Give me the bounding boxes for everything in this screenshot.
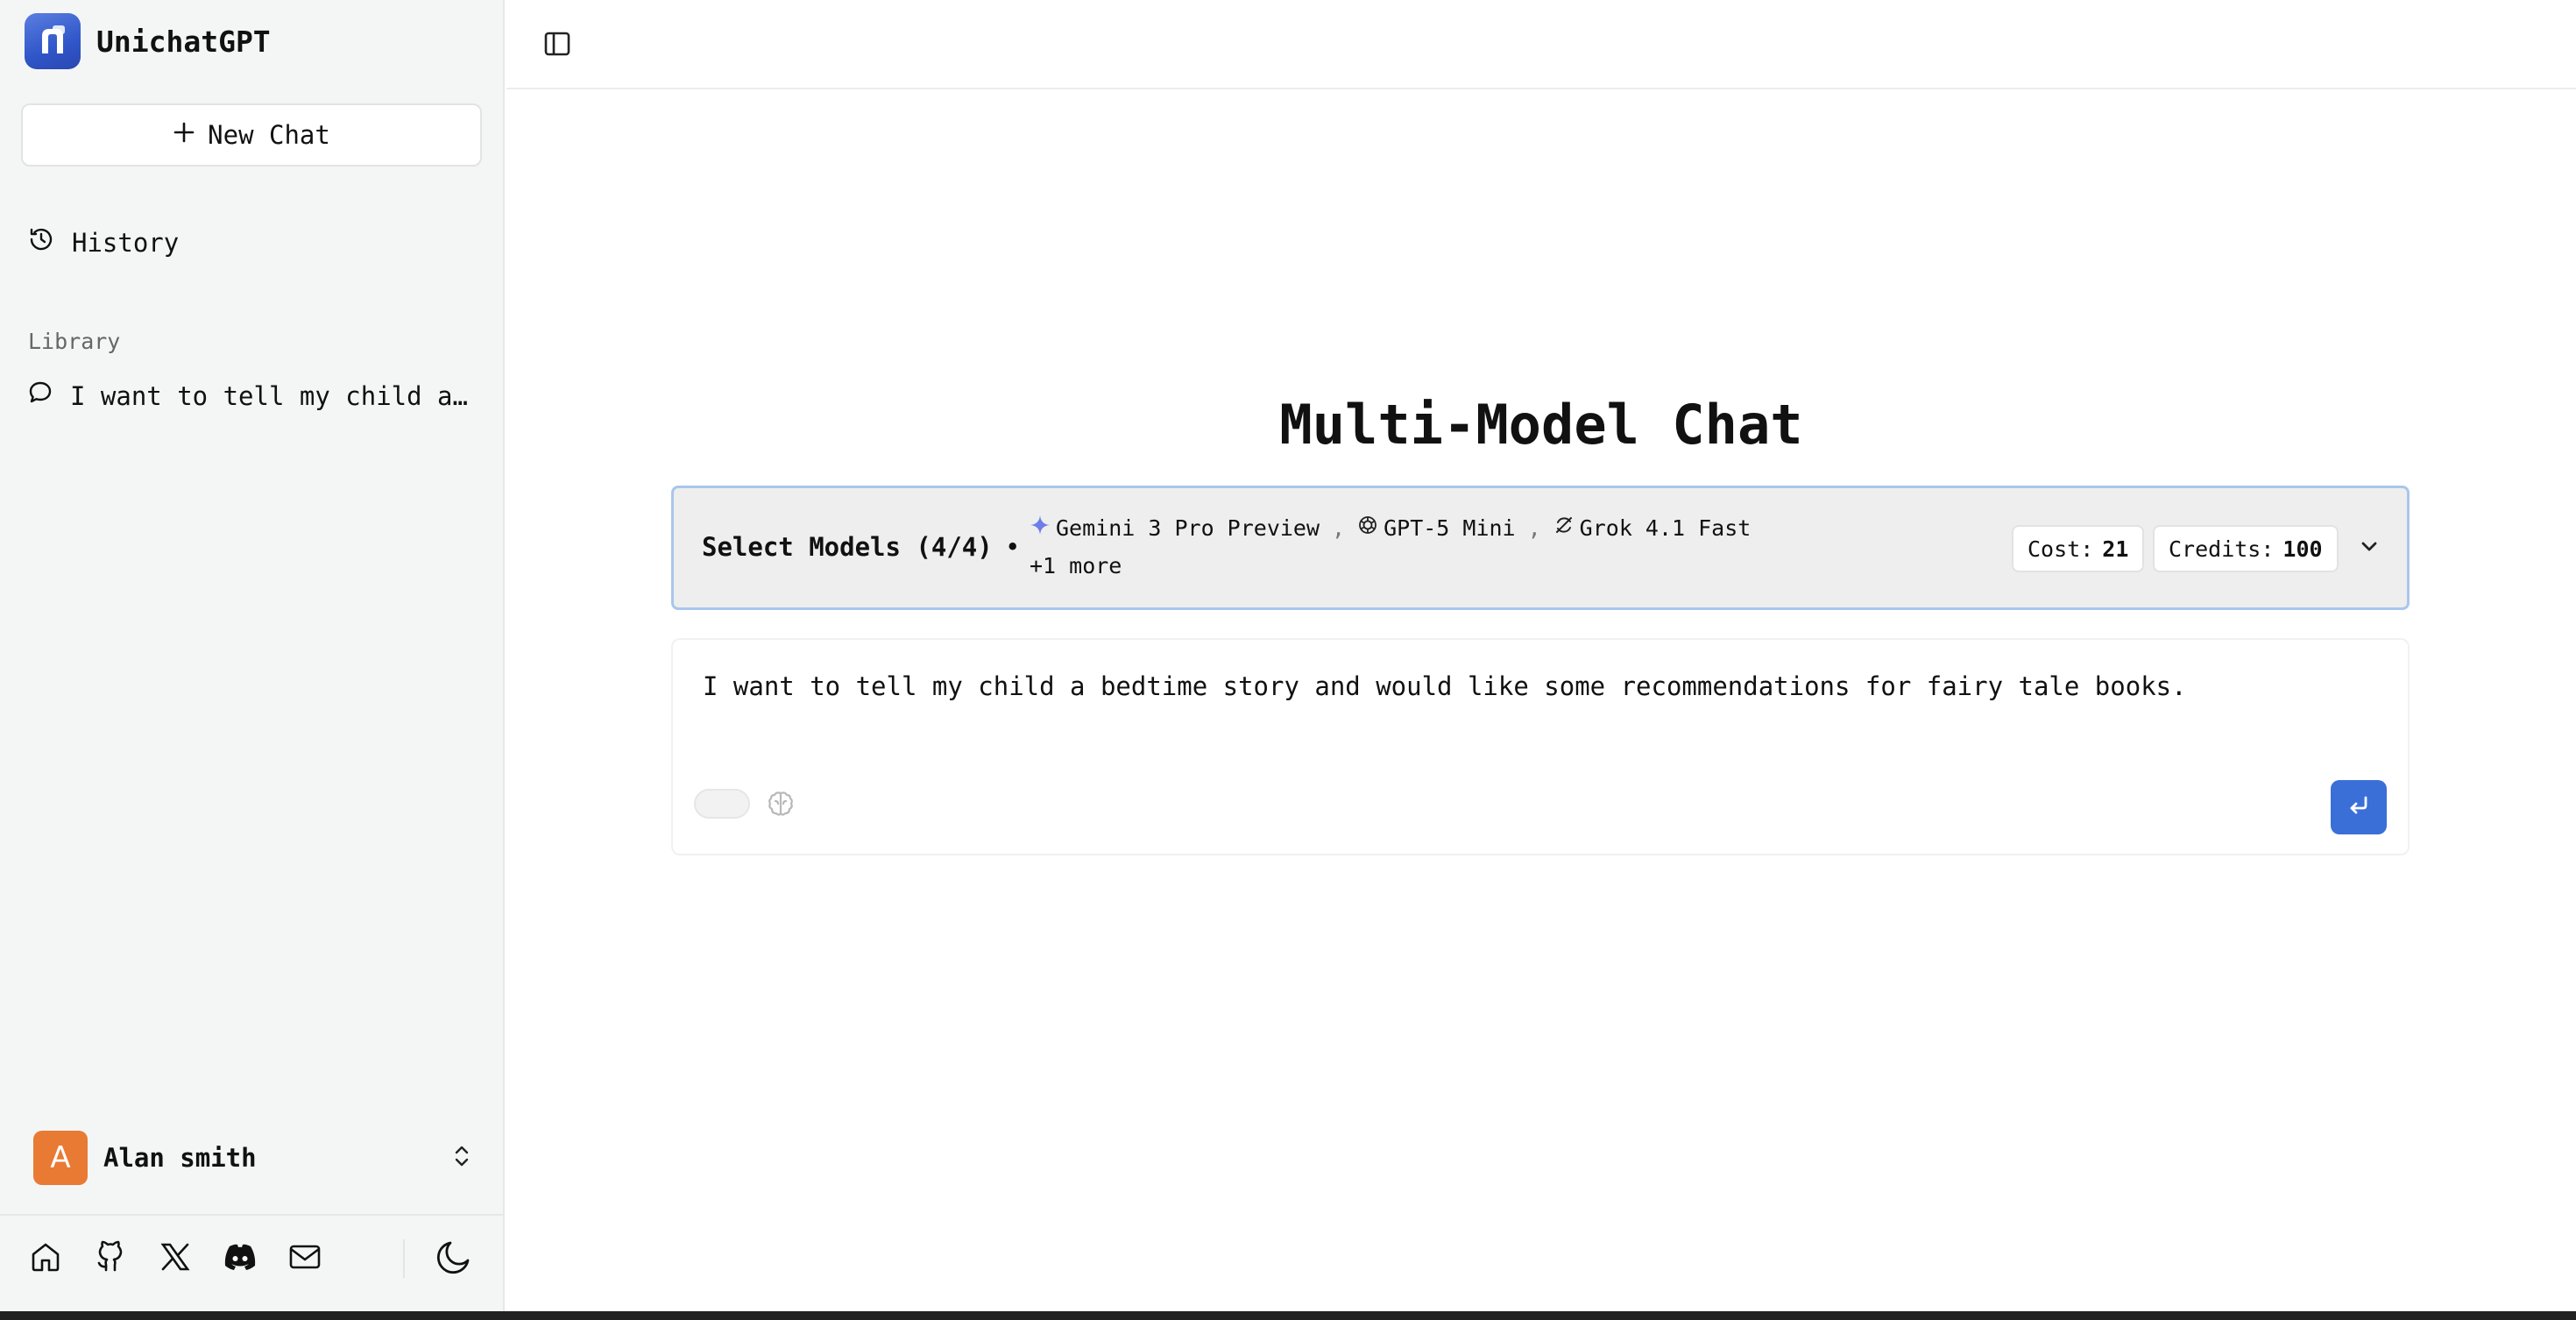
model-name: Grok 4.1 Fast bbox=[1579, 515, 1752, 541]
avatar: A bbox=[33, 1131, 88, 1185]
credits-value: 100 bbox=[2282, 536, 2323, 562]
library-item[interactable]: I want to tell my child a … bbox=[28, 380, 484, 411]
option-toggle[interactable] bbox=[694, 789, 750, 819]
chevron-down-icon[interactable] bbox=[2356, 534, 2382, 560]
model-chip: Gemini 3 Pro Preview bbox=[1030, 515, 1320, 541]
comma: , bbox=[1332, 515, 1346, 541]
chat-bubble-icon bbox=[28, 380, 53, 411]
cost-value: 21 bbox=[2102, 536, 2129, 562]
discord-icon[interactable] bbox=[221, 1238, 259, 1276]
openai-icon bbox=[1357, 515, 1378, 541]
brand-name: UnichatGPT bbox=[96, 24, 271, 59]
user-menu[interactable]: A Alan smith bbox=[33, 1131, 473, 1185]
model-name: Gemini 3 Pro Preview bbox=[1056, 515, 1320, 541]
more-models-link[interactable]: +1 more bbox=[1030, 553, 1751, 578]
social-links bbox=[26, 1238, 324, 1276]
github-icon[interactable] bbox=[91, 1238, 130, 1276]
grok-icon bbox=[1553, 515, 1575, 541]
user-name: Alan smith bbox=[103, 1143, 257, 1173]
credits-label: Credits: bbox=[2169, 536, 2275, 562]
library-item-label: I want to tell my child a … bbox=[70, 380, 473, 411]
model-selector[interactable]: Select Models (4/4) • Gemini 3 Pro Previ… bbox=[671, 486, 2410, 610]
x-icon[interactable] bbox=[156, 1238, 195, 1276]
send-button[interactable] bbox=[2331, 780, 2387, 834]
cost-label: Cost: bbox=[2028, 536, 2094, 562]
model-chip: Grok 4.1 Fast bbox=[1553, 515, 1752, 541]
history-label: History bbox=[72, 227, 180, 258]
select-models-label: Select Models (4/4) bbox=[702, 532, 993, 562]
credits-badge: Credits: 100 bbox=[2153, 525, 2339, 572]
brain-icon[interactable] bbox=[766, 789, 796, 819]
separator-dot: • bbox=[1005, 532, 1021, 562]
sidebar-footer-divider bbox=[0, 1214, 505, 1216]
brand-logo-icon bbox=[25, 13, 81, 69]
app-window: UnichatGPT New Chat History Library I wa… bbox=[0, 0, 2576, 1320]
model-chip: GPT-5 Mini bbox=[1357, 515, 1516, 541]
library-section-label: Library bbox=[28, 329, 121, 354]
cost-badge: Cost: 21 bbox=[2012, 525, 2145, 572]
chevron-up-down-icon bbox=[450, 1143, 473, 1173]
footer-separator bbox=[403, 1239, 405, 1278]
brand[interactable]: UnichatGPT bbox=[25, 13, 271, 69]
comma: , bbox=[1527, 515, 1541, 541]
plus-icon bbox=[173, 120, 195, 150]
prompt-input[interactable]: I want to tell my child a bedtime story … bbox=[703, 671, 2187, 701]
prompt-composer: I want to tell my child a bedtime story … bbox=[671, 638, 2410, 855]
sidebar-item-history[interactable]: History bbox=[28, 226, 179, 259]
gemini-icon bbox=[1030, 515, 1051, 541]
window-bottom-edge bbox=[0, 1311, 2576, 1320]
new-chat-label: New Chat bbox=[208, 120, 330, 150]
enter-icon bbox=[2346, 792, 2372, 822]
new-chat-button[interactable]: New Chat bbox=[21, 103, 482, 167]
selected-models: Gemini 3 Pro Preview , GPT-5 Mini , Grok… bbox=[1030, 515, 1752, 579]
theme-toggle-button[interactable] bbox=[431, 1236, 477, 1281]
model-name: GPT-5 Mini bbox=[1384, 515, 1516, 541]
page-title: Multi-Model Chat bbox=[1279, 393, 1803, 457]
mail-icon[interactable] bbox=[286, 1238, 324, 1276]
history-icon bbox=[28, 226, 54, 259]
home-icon[interactable] bbox=[26, 1238, 65, 1276]
moon-icon bbox=[435, 1238, 473, 1280]
sidebar-toggle-icon[interactable] bbox=[541, 28, 573, 60]
top-bar bbox=[506, 0, 2576, 89]
sidebar: UnichatGPT New Chat History Library I wa… bbox=[0, 0, 505, 1311]
